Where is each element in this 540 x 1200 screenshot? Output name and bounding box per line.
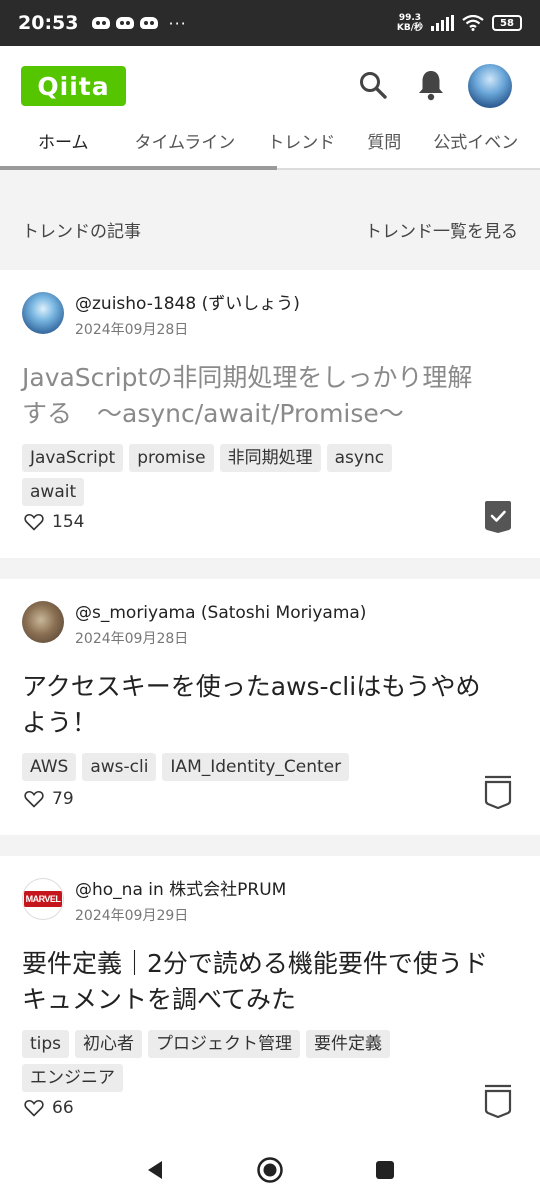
tag[interactable]: プロジェクト管理 [148, 1030, 301, 1058]
like-count[interactable]: 79 [24, 789, 74, 809]
author-name[interactable]: @zuisho-1848 (ずいしょう) [75, 292, 300, 316]
back-icon[interactable] [144, 1159, 166, 1181]
search-icon[interactable] [358, 70, 388, 100]
tag-list: AWS aws-cli IAM_Identity_Center [22, 753, 442, 781]
stock-icon[interactable] [484, 775, 512, 809]
notification-icons: ··· [92, 14, 186, 33]
tag-list: tips 初心者 プロジェクト管理 要件定義 エンジニア [22, 1030, 442, 1092]
trend-section-header: トレンドの記事 トレンド一覧を見る [0, 170, 540, 270]
tag[interactable]: 要件定義 [306, 1030, 391, 1058]
game-controller-icon [140, 17, 159, 29]
author-avatar[interactable] [22, 292, 64, 334]
see-all-trends-link[interactable]: トレンド一覧を見る [365, 217, 518, 242]
tab-home[interactable]: ホーム [0, 124, 119, 168]
article-card[interactable]: MARVEL @ho_na in 株式会社PRUM 2024年09月29日 要件… [0, 856, 540, 1140]
game-controller-icon [116, 17, 135, 29]
section-title: トレンドの記事 [22, 222, 141, 242]
heart-icon [24, 513, 44, 531]
tag[interactable]: 初心者 [75, 1030, 143, 1058]
tag[interactable]: 非同期処理 [219, 444, 321, 472]
tag[interactable]: async [326, 444, 393, 472]
tag[interactable]: aws-cli [82, 753, 157, 781]
app-header: Qiita ホーム タイムライン トレンド 質問 公式イベン [0, 46, 540, 170]
article-title[interactable]: JavaScriptの非同期処理をしっかり理解 する ～async/await/… [22, 360, 522, 432]
author-name[interactable]: @ho_na in 株式会社PRUM [75, 878, 286, 902]
recents-icon[interactable] [374, 1159, 396, 1181]
system-nav-bar [0, 1140, 540, 1200]
wifi-icon [462, 15, 484, 31]
tab-questions[interactable]: 質問 [351, 124, 417, 168]
tag-list: JavaScript promise 非同期処理 async await [22, 444, 442, 506]
game-controller-icon [92, 17, 111, 29]
status-time: 20:53 [18, 12, 79, 34]
tab-timeline[interactable]: タイムライン [119, 124, 252, 168]
stocked-check-icon[interactable] [484, 500, 512, 534]
home-icon[interactable] [256, 1156, 284, 1184]
qiita-logo[interactable]: Qiita [21, 66, 126, 106]
post-date: 2024年09月29日 [75, 908, 189, 924]
tab-bar: ホーム タイムライン トレンド 質問 公式イベン [0, 124, 540, 168]
tag[interactable]: IAM_Identity_Center [162, 753, 350, 781]
tag[interactable]: JavaScript [22, 444, 124, 472]
tag[interactable]: tips [22, 1030, 70, 1058]
bell-icon[interactable] [416, 68, 446, 102]
stock-icon[interactable] [484, 1084, 512, 1118]
article-card[interactable]: @s_moriyama (Satoshi Moriyama) 2024年09月2… [0, 579, 540, 835]
tab-official-events[interactable]: 公式イベン [417, 124, 534, 168]
tag[interactable]: promise [129, 444, 214, 472]
status-bar: 20:53 ··· 99.3 KB/秒 58 [0, 0, 540, 46]
like-count[interactable]: 154 [24, 512, 84, 532]
more-notifications-icon: ··· [168, 13, 187, 33]
user-avatar[interactable] [468, 64, 512, 108]
heart-icon [24, 790, 44, 808]
network-speed: 99.3 KB/秒 [396, 13, 423, 33]
article-card[interactable]: @zuisho-1848 (ずいしょう) 2024年09月28日 JavaScr… [0, 270, 540, 558]
author-name[interactable]: @s_moriyama (Satoshi Moriyama) [75, 601, 366, 625]
tag[interactable]: AWS [22, 753, 77, 781]
post-date: 2024年09月28日 [75, 631, 189, 647]
signal-icon [431, 15, 454, 31]
heart-icon [24, 1099, 44, 1117]
article-title[interactable]: アクセスキーを使ったaws-cliはもうやめ よう！ [22, 669, 522, 741]
post-date: 2024年09月28日 [75, 322, 189, 338]
battery-icon: 58 [492, 15, 522, 31]
author-avatar[interactable]: MARVEL [22, 878, 64, 920]
tab-trend[interactable]: トレンド [251, 124, 351, 168]
like-count[interactable]: 66 [24, 1098, 74, 1118]
article-title[interactable]: 要件定義｜2分で読める機能要件で使うド キュメントを調べてみた [22, 946, 522, 1018]
tag[interactable]: await [22, 478, 85, 506]
tag[interactable]: エンジニア [22, 1064, 123, 1092]
author-avatar[interactable] [22, 601, 64, 643]
